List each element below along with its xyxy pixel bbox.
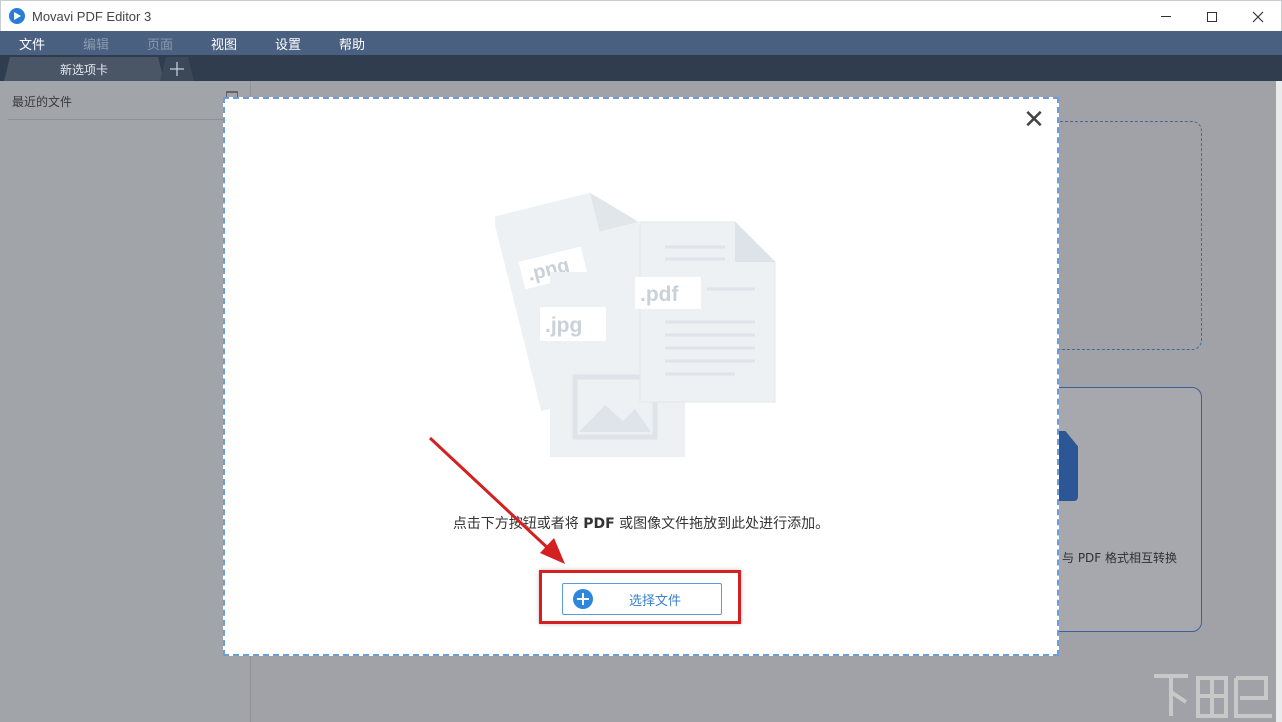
pdf-file-icon: .pdf [635,221,776,403]
highlight-annotation [539,570,741,624]
menu-bar: 文件 编辑 页面 视图 设置 帮助 [0,31,1282,55]
menu-settings[interactable]: 设置 [256,34,320,53]
maximize-button[interactable] [1189,1,1235,32]
title-bar: Movavi PDF Editor 3 [0,0,1282,31]
window-title: Movavi PDF Editor 3 [32,8,152,24]
add-tab-button[interactable] [160,57,194,81]
menu-edit[interactable]: 编辑 [64,34,128,53]
file-types-illustration: .png .jpg .pdf [495,192,776,457]
close-icon [1252,11,1264,22]
dialog-close-button[interactable]: ✕ [1021,107,1047,135]
minimize-button[interactable] [1143,1,1189,32]
menu-page[interactable]: 页面 [128,34,192,53]
menu-file[interactable]: 文件 [0,34,64,53]
pdf-label: .pdf [640,283,679,306]
instruction-pdf: PDF [583,516,615,532]
minimize-icon [1161,16,1171,17]
scrollbar[interactable] [1276,81,1282,722]
add-file-dialog: ✕ .png .jpg .pdf 点击下方按钮或者将 PDF 或图像文件拖放到此… [223,97,1059,656]
instruction-part2: 或图像文件拖放到此处进行添加。 [614,516,830,532]
menu-help[interactable]: 帮助 [320,34,384,53]
app-logo-icon [9,8,25,24]
menu-view[interactable]: 视图 [192,34,256,53]
drop-instruction: 点击下方按钮或者将 PDF 或图像文件拖放到此处进行添加。 [225,513,1057,533]
instruction-part1: 点击下方按钮或者将 [452,516,584,532]
close-window-button[interactable] [1235,1,1281,32]
tab-bar: 新选项卡 [0,55,1282,81]
plus-icon [170,62,184,76]
jpg-label: .jpg [545,314,582,337]
maximize-icon [1207,11,1217,22]
watermark-logo [1154,674,1272,718]
tab-new[interactable]: 新选项卡 [4,57,164,81]
